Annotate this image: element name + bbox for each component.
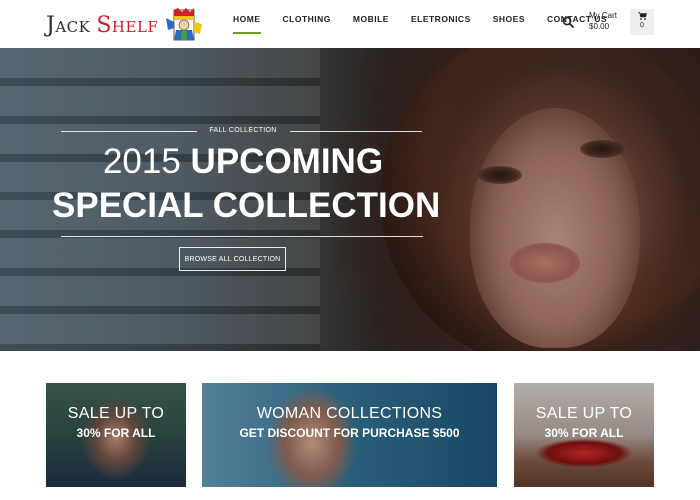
- promo-card-sale-men[interactable]: SALE UP TO 30% FOR ALL: [46, 383, 186, 487]
- search-icon[interactable]: [562, 16, 574, 28]
- jack-card-icon: [166, 8, 203, 41]
- promo-card-sale-sunglasses[interactable]: SALE UP TO 30% FOR ALL: [514, 383, 654, 487]
- promo-card-subheading: GET DISCOUNT FOR PURCHASE $500: [239, 426, 460, 440]
- cart-icon: [637, 12, 647, 20]
- brand-logo[interactable]: Jack Shelf: [46, 8, 204, 42]
- cart-summary[interactable]: My Cart $0.00: [589, 10, 617, 32]
- promo-card-heading: SALE UP TO: [67, 405, 165, 422]
- cart-button[interactable]: 0: [630, 9, 654, 35]
- cart-count: 0: [640, 22, 644, 29]
- hero-title-line1: 2015 UPCOMING: [60, 142, 426, 182]
- hero-title-line2: SPECIAL COLLECTION: [52, 186, 441, 225]
- hero-divider-top-right: [290, 131, 422, 132]
- nav-item-clothing[interactable]: CLOTHING: [283, 14, 331, 32]
- hero-banner: FALL COLLECTION 2015 UPCOMING SPECIAL CO…: [0, 48, 700, 351]
- site-header: Jack Shelf HOME CLOTHING MOBILE ELETRONI…: [0, 0, 700, 48]
- logo-word-shelf: Shelf: [96, 12, 159, 38]
- nav-item-mobile[interactable]: MOBILE: [353, 14, 389, 32]
- nav-item-shoes[interactable]: SHOES: [493, 14, 525, 32]
- hero-divider-top-left: [61, 131, 197, 132]
- browse-collection-button[interactable]: BROWSE ALL COLLECTION: [179, 247, 286, 271]
- hero-title-upcoming: UPCOMING: [190, 142, 384, 181]
- nav-item-home[interactable]: HOME: [233, 14, 261, 34]
- promo-card-subheading: 30% FOR ALL: [76, 426, 156, 440]
- hero-title-year: 2015: [102, 142, 181, 181]
- logo-word-jack: Jack: [46, 12, 91, 38]
- cart-title: My Cart: [589, 11, 617, 20]
- promo-card-heading: SALE UP TO: [535, 405, 633, 422]
- promo-card-woman-collections[interactable]: WOMAN COLLECTIONS GET DISCOUNT FOR PURCH…: [202, 383, 497, 487]
- nav-item-eletronics[interactable]: ELETRONICS: [411, 14, 471, 32]
- hero-divider-bottom: [61, 236, 423, 237]
- hero-kicker: FALL COLLECTION: [209, 127, 277, 134]
- cart-total: $0.00: [589, 22, 610, 31]
- promo-card-heading: WOMAN COLLECTIONS: [256, 405, 443, 422]
- promo-card-subheading: 30% FOR ALL: [544, 426, 624, 440]
